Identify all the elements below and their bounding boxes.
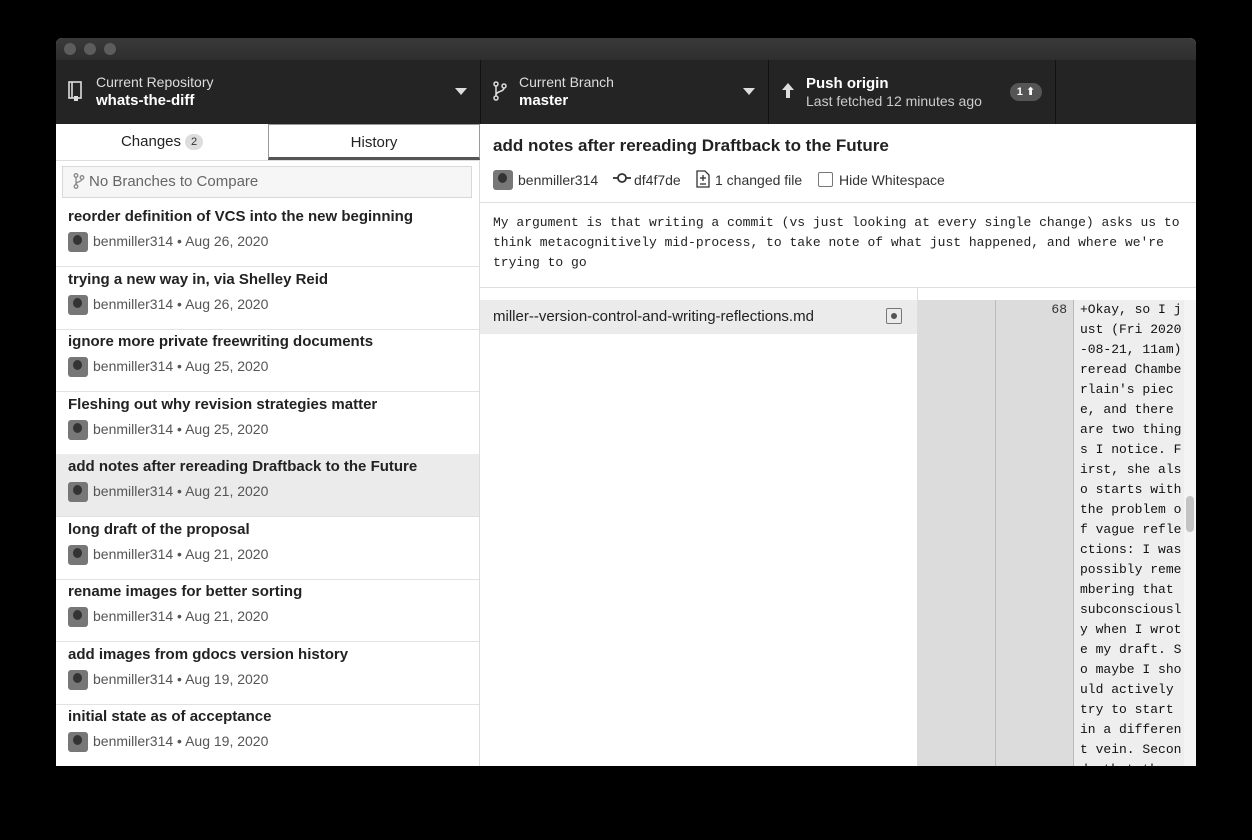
avatar (68, 357, 88, 377)
commit-list: reorder definition of VCS into the new b… (56, 204, 479, 766)
commit-sha: df4f7de (634, 172, 681, 188)
commit-detail-pane: add notes after rereading Draftback to t… (480, 124, 1196, 766)
commit-meta: benmiller314 • Aug 25, 2020 (93, 421, 269, 437)
commit-title: initial state as of acceptance (68, 708, 272, 725)
tab-history[interactable]: History (268, 124, 480, 160)
commit-title: rename images for better sorting (68, 583, 303, 600)
changed-files-list: miller--version-control-and-writing-refl… (480, 288, 918, 766)
file-list-item[interactable]: miller--version-control-and-writing-refl… (480, 300, 917, 334)
tab-changes-label: Changes (120, 133, 182, 150)
commit-meta: benmiller314 • Aug 21, 2020 (93, 483, 269, 499)
title-bar (56, 38, 1196, 60)
commit-row[interactable]: rename images for better sorting benmill… (56, 579, 479, 642)
commit-title: add notes after rereading Draftback to t… (68, 458, 418, 475)
commit-description: My argument is that writing a commit (vs… (480, 202, 1196, 288)
minimize-window-button[interactable] (84, 43, 96, 55)
branch-icon (493, 81, 507, 106)
commit-row[interactable]: long draft of the proposal benmiller314 … (56, 517, 479, 580)
commit-meta: benmiller314 • Aug 26, 2020 (93, 296, 269, 312)
commit-meta: benmiller314 • Aug 21, 2020 (93, 608, 269, 624)
sidebar-tabs: Changes 2 History (56, 124, 480, 161)
commit-title: ignore more private freewriting document… (68, 333, 374, 350)
chevron-down-icon (455, 88, 467, 95)
commit-title: long draft of the proposal (68, 521, 250, 538)
commit-sha-icon (613, 171, 631, 188)
compare-branch-input[interactable]: No Branches to Compare (62, 166, 472, 198)
chevron-down-icon (743, 88, 755, 95)
zoom-window-button[interactable] (104, 43, 116, 55)
branch-name: master (519, 92, 569, 109)
repository-icon (68, 81, 84, 106)
avatar (68, 732, 88, 752)
avatar (68, 607, 88, 627)
commit-row[interactable]: Fleshing out why revision strategies mat… (56, 392, 479, 455)
repository-label: Current Repository (96, 74, 214, 90)
diff-view: 68 +Okay, so I just (Fri 2020-08-21, 11a… (918, 288, 1196, 766)
commit-title: reorder definition of VCS into the new b… (68, 208, 413, 225)
commit-meta: benmiller314 • Aug 19, 2020 (93, 671, 269, 687)
avatar (68, 295, 88, 315)
commit-meta: benmiller314 • Aug 21, 2020 (93, 546, 269, 562)
current-repository-dropdown[interactable]: Current Repository whats-the-diff (56, 60, 481, 124)
commit-title: trying a new way in, via Shelley Reid (68, 271, 329, 288)
file-name: miller--version-control-and-writing-refl… (493, 308, 814, 325)
old-line-gutter (918, 300, 996, 766)
commit-row[interactable]: ignore more private freewriting document… (56, 329, 479, 392)
line-number: 68 (1051, 302, 1067, 317)
avatar (68, 232, 88, 252)
avatar (68, 482, 88, 502)
diff-line-added: +Okay, so I just (Fri 2020-08-21, 11am) … (1074, 300, 1184, 766)
commit-row[interactable]: reorder definition of VCS into the new b… (56, 204, 479, 267)
arrow-up-icon (781, 82, 795, 105)
last-fetched-text: Last fetched 12 minutes ago (806, 93, 982, 109)
diff-scrollbar[interactable] (1184, 300, 1196, 766)
file-diff-icon (696, 170, 710, 191)
history-sidebar: Changes 2 History No Branches to Compare … (56, 124, 480, 766)
compare-placeholder: No Branches to Compare (89, 173, 259, 190)
avatar (68, 420, 88, 440)
avatar (68, 670, 88, 690)
commit-meta: benmiller314 • Aug 25, 2020 (93, 358, 269, 374)
new-line-gutter: 68 (996, 300, 1074, 766)
branch-label: Current Branch (519, 74, 614, 90)
ahead-count-badge: 1 ⬆ (1010, 83, 1042, 101)
commit-author: benmiller314 (518, 172, 599, 188)
commit-row[interactable]: add images from gdocs version history be… (56, 642, 479, 705)
branch-icon (73, 170, 85, 200)
commit-meta: benmiller314 • Aug 19, 2020 (93, 733, 269, 749)
commit-row[interactable]: trying a new way in, via Shelley Reid be… (56, 267, 479, 330)
commit-row-selected[interactable]: add notes after rereading Draftback to t… (56, 454, 479, 517)
file-modified-icon (886, 308, 902, 324)
hide-whitespace-checkbox[interactable] (818, 172, 833, 187)
hide-whitespace-label[interactable]: Hide Whitespace (839, 172, 945, 188)
changed-files-count: 1 changed file (715, 172, 803, 188)
commit-row[interactable]: initial state as of acceptance benmiller… (56, 704, 479, 766)
tab-changes[interactable]: Changes 2 (56, 124, 268, 160)
push-label: Push origin (806, 75, 889, 92)
avatar (493, 170, 513, 190)
close-window-button[interactable] (64, 43, 76, 55)
commit-title: add images from gdocs version history (68, 646, 349, 663)
diff-scrollbar-thumb[interactable] (1186, 496, 1194, 532)
commit-title: Fleshing out why revision strategies mat… (68, 396, 378, 413)
changes-count-badge: 2 (185, 134, 204, 150)
commit-summary-title: add notes after rereading Draftback to t… (493, 136, 889, 155)
avatar (68, 545, 88, 565)
commit-meta: benmiller314 • Aug 26, 2020 (93, 233, 269, 249)
repository-name: whats-the-diff (96, 92, 195, 109)
app-window: Current Repository whats-the-diff Curren… (56, 38, 1196, 766)
toolbar: Current Repository whats-the-diff Curren… (56, 60, 1196, 124)
current-branch-dropdown[interactable]: Current Branch master (481, 60, 769, 124)
